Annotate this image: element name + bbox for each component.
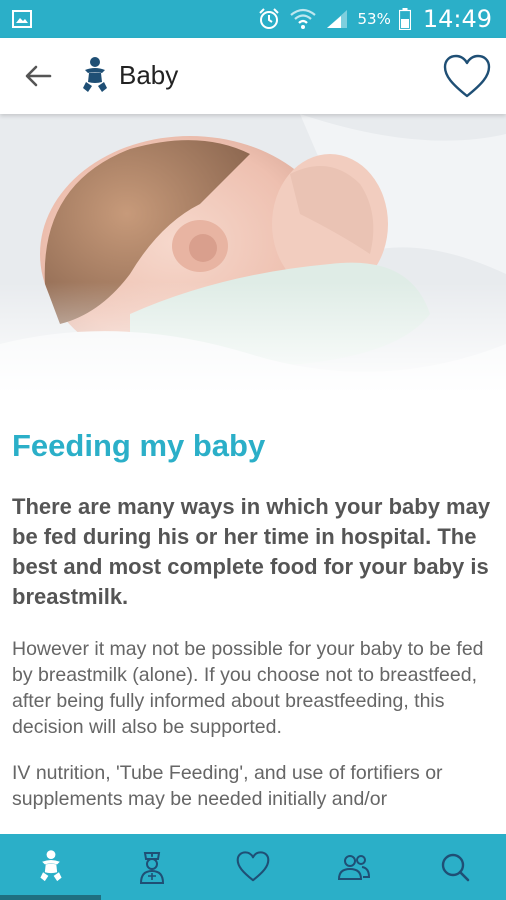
app-bar: Baby bbox=[0, 38, 506, 114]
back-arrow-icon bbox=[25, 65, 52, 87]
baby-title-icon bbox=[78, 56, 112, 96]
nav-tab-nurse[interactable] bbox=[101, 834, 202, 900]
nav-tab-people[interactable] bbox=[304, 834, 405, 900]
hero-image bbox=[0, 114, 506, 394]
bottom-navigation bbox=[0, 834, 506, 900]
nav-tab-search[interactable] bbox=[405, 834, 506, 900]
people-icon bbox=[338, 855, 371, 880]
nav-tab-favourites[interactable] bbox=[202, 834, 303, 900]
status-left bbox=[12, 10, 32, 28]
status-bar: 53% 14:49 bbox=[0, 0, 506, 38]
article-heading: Feeding my baby bbox=[12, 428, 266, 463]
nurse-icon bbox=[139, 852, 164, 884]
alarm-icon bbox=[259, 8, 280, 29]
favourite-button[interactable] bbox=[442, 54, 492, 100]
baby-feeding-photo bbox=[0, 114, 506, 394]
heart-outline-icon bbox=[443, 54, 491, 98]
gallery-notification-icon bbox=[12, 10, 32, 28]
signal-icon bbox=[327, 10, 348, 28]
battery-percent: 53% bbox=[357, 10, 391, 28]
battery-icon bbox=[398, 8, 411, 30]
article-paragraph: IV nutrition, 'Tube Feeding', and use of… bbox=[12, 762, 443, 810]
article-content: Feeding my baby There are many ways in w… bbox=[0, 394, 506, 834]
wifi-icon bbox=[290, 8, 317, 29]
status-right: 53% 14:49 bbox=[257, 5, 492, 33]
heart-icon bbox=[236, 851, 270, 882]
back-button[interactable] bbox=[20, 60, 56, 92]
status-time: 14:49 bbox=[422, 5, 492, 33]
search-icon bbox=[442, 853, 470, 882]
page-title: Baby bbox=[119, 60, 179, 90]
article-lead: There are many ways in which your baby m… bbox=[12, 494, 491, 609]
article-paragraph: However it may not be possible for your … bbox=[12, 638, 484, 738]
nav-tab-baby[interactable] bbox=[0, 834, 102, 900]
baby-icon bbox=[40, 850, 62, 882]
